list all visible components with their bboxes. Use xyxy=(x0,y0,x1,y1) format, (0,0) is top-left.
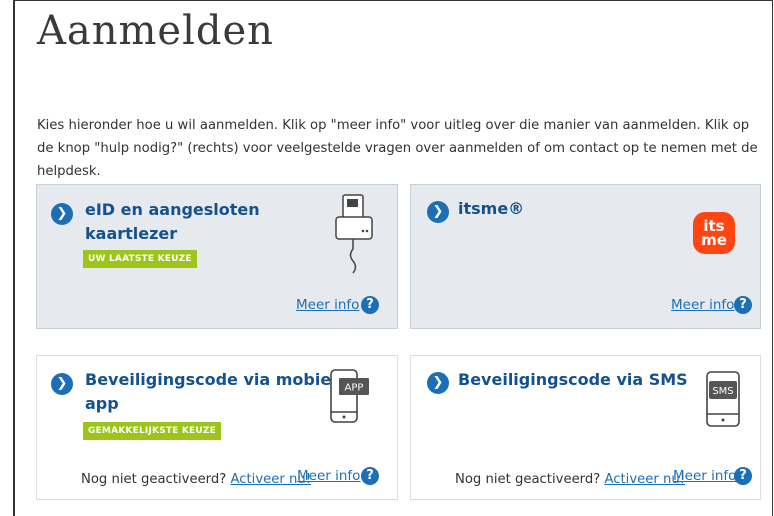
phone-sms-icon: SMS xyxy=(706,371,740,427)
chevron-right-icon: ❯ xyxy=(51,373,73,395)
not-activated-row: Nog niet geactiveerd? Activeer nu! xyxy=(455,472,685,487)
help-icon[interactable]: ? xyxy=(734,296,752,314)
chevron-right-icon: ❯ xyxy=(427,201,449,223)
option-eid-card[interactable]: ❯ eID en aangesloten kaartlezer UW LAATS… xyxy=(36,184,398,329)
option-app-title[interactable]: Beveiligingscode via mobiele app xyxy=(85,368,348,416)
itsme-logo-line2: me xyxy=(701,231,727,249)
option-sms-title[interactable]: Beveiligingscode via SMS xyxy=(458,368,688,392)
option-sms-card[interactable]: ❯ Beveiligingscode via SMS SMS Nog niet … xyxy=(410,355,761,500)
sms-icon-label: SMS xyxy=(712,386,733,397)
help-icon[interactable]: ? xyxy=(361,296,379,314)
more-info-link[interactable]: Meer info xyxy=(297,468,360,484)
app-icon-label: APP xyxy=(345,383,364,394)
option-app-card[interactable]: ❯ Beveiligingscode via mobiele app GEMAK… xyxy=(36,355,398,500)
page-title: Aanmelden xyxy=(37,8,274,54)
phone-app-icon: APP xyxy=(330,369,369,423)
itsme-logo: its me xyxy=(693,212,735,254)
easiest-choice-badge: GEMAKKELIJKSTE KEUZE xyxy=(83,422,221,440)
option-eid-title-line2: kaartlezer xyxy=(85,224,178,243)
option-app-title-line1: Beveiligingscode via mobiele xyxy=(85,370,348,389)
option-app-title-line2: app xyxy=(85,394,119,413)
help-icon[interactable]: ? xyxy=(734,467,752,485)
option-eid-title[interactable]: eID en aangesloten kaartlezer xyxy=(85,198,260,246)
last-choice-badge: UW LAATSTE KEUZE xyxy=(83,250,197,268)
more-info-link[interactable]: Meer info xyxy=(673,468,736,484)
more-info-link[interactable]: Meer info xyxy=(296,297,359,313)
option-eid-title-line1: eID en aangesloten xyxy=(85,200,260,219)
chevron-right-icon: ❯ xyxy=(51,203,73,225)
not-activated-text: Nog niet geactiveerd? xyxy=(455,472,601,487)
not-activated-text: Nog niet geactiveerd? xyxy=(81,472,227,487)
chevron-right-icon: ❯ xyxy=(427,372,449,394)
intro-text: Kies hieronder hoe u wil aanmelden. Klik… xyxy=(37,118,758,179)
more-info-link[interactable]: Meer info xyxy=(671,297,734,313)
not-activated-row: Nog niet geactiveerd? Activeer nu! xyxy=(81,472,311,487)
option-itsme-card[interactable]: ❯ itsme® its me Meer info ? xyxy=(410,184,761,329)
help-icon[interactable]: ? xyxy=(361,467,379,485)
option-itsme-title[interactable]: itsme® xyxy=(458,197,524,221)
card-reader-icon xyxy=(335,194,373,274)
